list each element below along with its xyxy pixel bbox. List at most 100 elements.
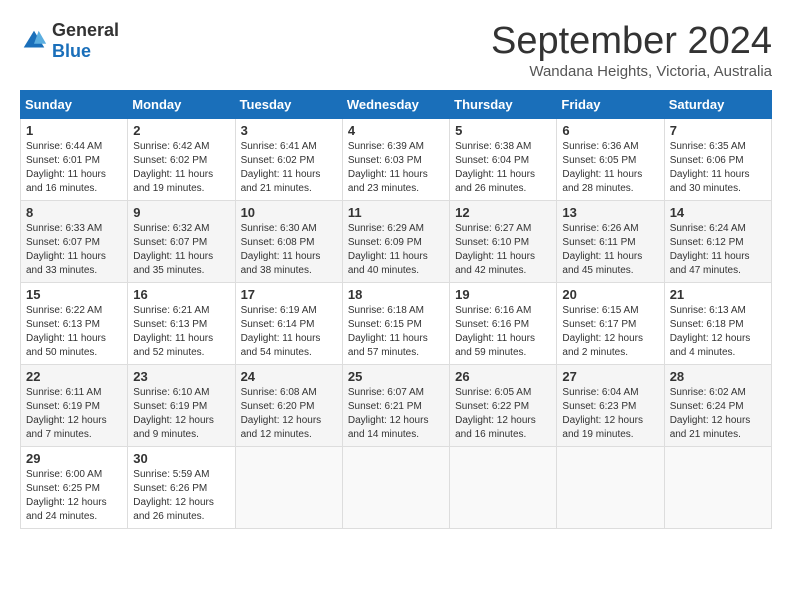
day-number: 22 — [26, 369, 122, 384]
day-info: Sunrise: 6:42 AM Sunset: 6:02 PM Dayligh… — [133, 140, 229, 196]
day-number: 2 — [133, 123, 229, 138]
day-info: Sunrise: 6:26 AM Sunset: 6:11 PM Dayligh… — [562, 222, 658, 278]
calendar-day-header: Thursday — [450, 91, 557, 119]
calendar-day-cell: 29 Sunrise: 6:00 AM Sunset: 6:25 PM Dayl… — [21, 447, 128, 529]
calendar-day-cell: 28 Sunrise: 6:02 AM Sunset: 6:24 PM Dayl… — [664, 365, 771, 447]
day-info: Sunrise: 6:15 AM Sunset: 6:17 PM Dayligh… — [562, 304, 658, 360]
day-info: Sunrise: 6:11 AM Sunset: 6:19 PM Dayligh… — [26, 386, 122, 442]
day-info: Sunrise: 6:24 AM Sunset: 6:12 PM Dayligh… — [670, 222, 766, 278]
day-info: Sunrise: 6:16 AM Sunset: 6:16 PM Dayligh… — [455, 304, 551, 360]
logo-icon — [20, 27, 48, 55]
day-number: 16 — [133, 287, 229, 302]
calendar-week-row: 22 Sunrise: 6:11 AM Sunset: 6:19 PM Dayl… — [21, 365, 772, 447]
day-number: 12 — [455, 205, 551, 220]
calendar-week-row: 15 Sunrise: 6:22 AM Sunset: 6:13 PM Dayl… — [21, 283, 772, 365]
logo: General Blue — [20, 20, 119, 62]
calendar-table: SundayMondayTuesdayWednesdayThursdayFrid… — [20, 90, 772, 529]
calendar-day-header: Saturday — [664, 91, 771, 119]
day-number: 8 — [26, 205, 122, 220]
day-number: 20 — [562, 287, 658, 302]
calendar-day-cell — [235, 447, 342, 529]
day-number: 6 — [562, 123, 658, 138]
day-number: 23 — [133, 369, 229, 384]
day-info: Sunrise: 6:44 AM Sunset: 6:01 PM Dayligh… — [26, 140, 122, 196]
calendar-day-header: Tuesday — [235, 91, 342, 119]
day-info: Sunrise: 6:30 AM Sunset: 6:08 PM Dayligh… — [241, 222, 337, 278]
calendar-day-cell: 23 Sunrise: 6:10 AM Sunset: 6:19 PM Dayl… — [128, 365, 235, 447]
calendar-day-cell: 21 Sunrise: 6:13 AM Sunset: 6:18 PM Dayl… — [664, 283, 771, 365]
day-number: 15 — [26, 287, 122, 302]
day-number: 4 — [348, 123, 444, 138]
calendar-week-row: 8 Sunrise: 6:33 AM Sunset: 6:07 PM Dayli… — [21, 201, 772, 283]
calendar-day-cell: 2 Sunrise: 6:42 AM Sunset: 6:02 PM Dayli… — [128, 119, 235, 201]
day-info: Sunrise: 6:36 AM Sunset: 6:05 PM Dayligh… — [562, 140, 658, 196]
logo-general-text: General — [52, 20, 119, 40]
day-info: Sunrise: 6:08 AM Sunset: 6:20 PM Dayligh… — [241, 386, 337, 442]
day-number: 19 — [455, 287, 551, 302]
calendar-day-cell: 17 Sunrise: 6:19 AM Sunset: 6:14 PM Dayl… — [235, 283, 342, 365]
calendar-day-cell: 7 Sunrise: 6:35 AM Sunset: 6:06 PM Dayli… — [664, 119, 771, 201]
calendar-day-cell — [450, 447, 557, 529]
calendar-day-cell: 6 Sunrise: 6:36 AM Sunset: 6:05 PM Dayli… — [557, 119, 664, 201]
day-number: 17 — [241, 287, 337, 302]
calendar-day-cell — [342, 447, 449, 529]
day-info: Sunrise: 6:18 AM Sunset: 6:15 PM Dayligh… — [348, 304, 444, 360]
day-number: 26 — [455, 369, 551, 384]
day-info: Sunrise: 6:05 AM Sunset: 6:22 PM Dayligh… — [455, 386, 551, 442]
logo-combined: General Blue — [20, 20, 119, 62]
page-header: General Blue September 2024 Wandana Heig… — [20, 20, 772, 80]
day-info: Sunrise: 6:39 AM Sunset: 6:03 PM Dayligh… — [348, 140, 444, 196]
day-number: 1 — [26, 123, 122, 138]
calendar-day-cell: 11 Sunrise: 6:29 AM Sunset: 6:09 PM Dayl… — [342, 201, 449, 283]
calendar-day-cell: 1 Sunrise: 6:44 AM Sunset: 6:01 PM Dayli… — [21, 119, 128, 201]
day-info: Sunrise: 6:19 AM Sunset: 6:14 PM Dayligh… — [241, 304, 337, 360]
calendar-header-row: SundayMondayTuesdayWednesdayThursdayFrid… — [21, 91, 772, 119]
day-info: Sunrise: 6:07 AM Sunset: 6:21 PM Dayligh… — [348, 386, 444, 442]
day-info: Sunrise: 6:33 AM Sunset: 6:07 PM Dayligh… — [26, 222, 122, 278]
calendar-day-cell: 15 Sunrise: 6:22 AM Sunset: 6:13 PM Dayl… — [21, 283, 128, 365]
calendar-day-cell: 5 Sunrise: 6:38 AM Sunset: 6:04 PM Dayli… — [450, 119, 557, 201]
calendar-day-cell: 18 Sunrise: 6:18 AM Sunset: 6:15 PM Dayl… — [342, 283, 449, 365]
calendar-day-cell: 16 Sunrise: 6:21 AM Sunset: 6:13 PM Dayl… — [128, 283, 235, 365]
calendar-day-cell: 27 Sunrise: 6:04 AM Sunset: 6:23 PM Dayl… — [557, 365, 664, 447]
calendar-week-row: 1 Sunrise: 6:44 AM Sunset: 6:01 PM Dayli… — [21, 119, 772, 201]
calendar-day-cell: 22 Sunrise: 6:11 AM Sunset: 6:19 PM Dayl… — [21, 365, 128, 447]
calendar-day-cell: 30 Sunrise: 5:59 AM Sunset: 6:26 PM Dayl… — [128, 447, 235, 529]
day-number: 9 — [133, 205, 229, 220]
day-info: Sunrise: 6:35 AM Sunset: 6:06 PM Dayligh… — [670, 140, 766, 196]
day-number: 5 — [455, 123, 551, 138]
day-number: 27 — [562, 369, 658, 384]
calendar-day-cell: 25 Sunrise: 6:07 AM Sunset: 6:21 PM Dayl… — [342, 365, 449, 447]
calendar-day-cell: 4 Sunrise: 6:39 AM Sunset: 6:03 PM Dayli… — [342, 119, 449, 201]
day-number: 21 — [670, 287, 766, 302]
logo-blue-text: Blue — [52, 41, 91, 61]
calendar-day-cell: 3 Sunrise: 6:41 AM Sunset: 6:02 PM Dayli… — [235, 119, 342, 201]
day-info: Sunrise: 6:10 AM Sunset: 6:19 PM Dayligh… — [133, 386, 229, 442]
calendar-day-header: Wednesday — [342, 91, 449, 119]
day-number: 28 — [670, 369, 766, 384]
day-info: Sunrise: 6:32 AM Sunset: 6:07 PM Dayligh… — [133, 222, 229, 278]
calendar-day-cell: 12 Sunrise: 6:27 AM Sunset: 6:10 PM Dayl… — [450, 201, 557, 283]
day-number: 30 — [133, 451, 229, 466]
calendar-day-cell: 14 Sunrise: 6:24 AM Sunset: 6:12 PM Dayl… — [664, 201, 771, 283]
day-number: 18 — [348, 287, 444, 302]
calendar-week-row: 29 Sunrise: 6:00 AM Sunset: 6:25 PM Dayl… — [21, 447, 772, 529]
title-block: September 2024 Wandana Heights, Victoria… — [491, 20, 772, 80]
day-info: Sunrise: 6:38 AM Sunset: 6:04 PM Dayligh… — [455, 140, 551, 196]
location-subtitle: Wandana Heights, Victoria, Australia — [491, 63, 772, 80]
calendar-day-cell: 20 Sunrise: 6:15 AM Sunset: 6:17 PM Dayl… — [557, 283, 664, 365]
day-number: 13 — [562, 205, 658, 220]
day-number: 11 — [348, 205, 444, 220]
calendar-day-cell: 26 Sunrise: 6:05 AM Sunset: 6:22 PM Dayl… — [450, 365, 557, 447]
day-number: 10 — [241, 205, 337, 220]
day-number: 14 — [670, 205, 766, 220]
day-number: 3 — [241, 123, 337, 138]
calendar-day-cell: 13 Sunrise: 6:26 AM Sunset: 6:11 PM Dayl… — [557, 201, 664, 283]
day-info: Sunrise: 6:04 AM Sunset: 6:23 PM Dayligh… — [562, 386, 658, 442]
day-info: Sunrise: 6:13 AM Sunset: 6:18 PM Dayligh… — [670, 304, 766, 360]
day-info: Sunrise: 6:21 AM Sunset: 6:13 PM Dayligh… — [133, 304, 229, 360]
calendar-day-cell: 24 Sunrise: 6:08 AM Sunset: 6:20 PM Dayl… — [235, 365, 342, 447]
day-info: Sunrise: 6:29 AM Sunset: 6:09 PM Dayligh… — [348, 222, 444, 278]
day-info: Sunrise: 6:27 AM Sunset: 6:10 PM Dayligh… — [455, 222, 551, 278]
day-info: Sunrise: 6:22 AM Sunset: 6:13 PM Dayligh… — [26, 304, 122, 360]
